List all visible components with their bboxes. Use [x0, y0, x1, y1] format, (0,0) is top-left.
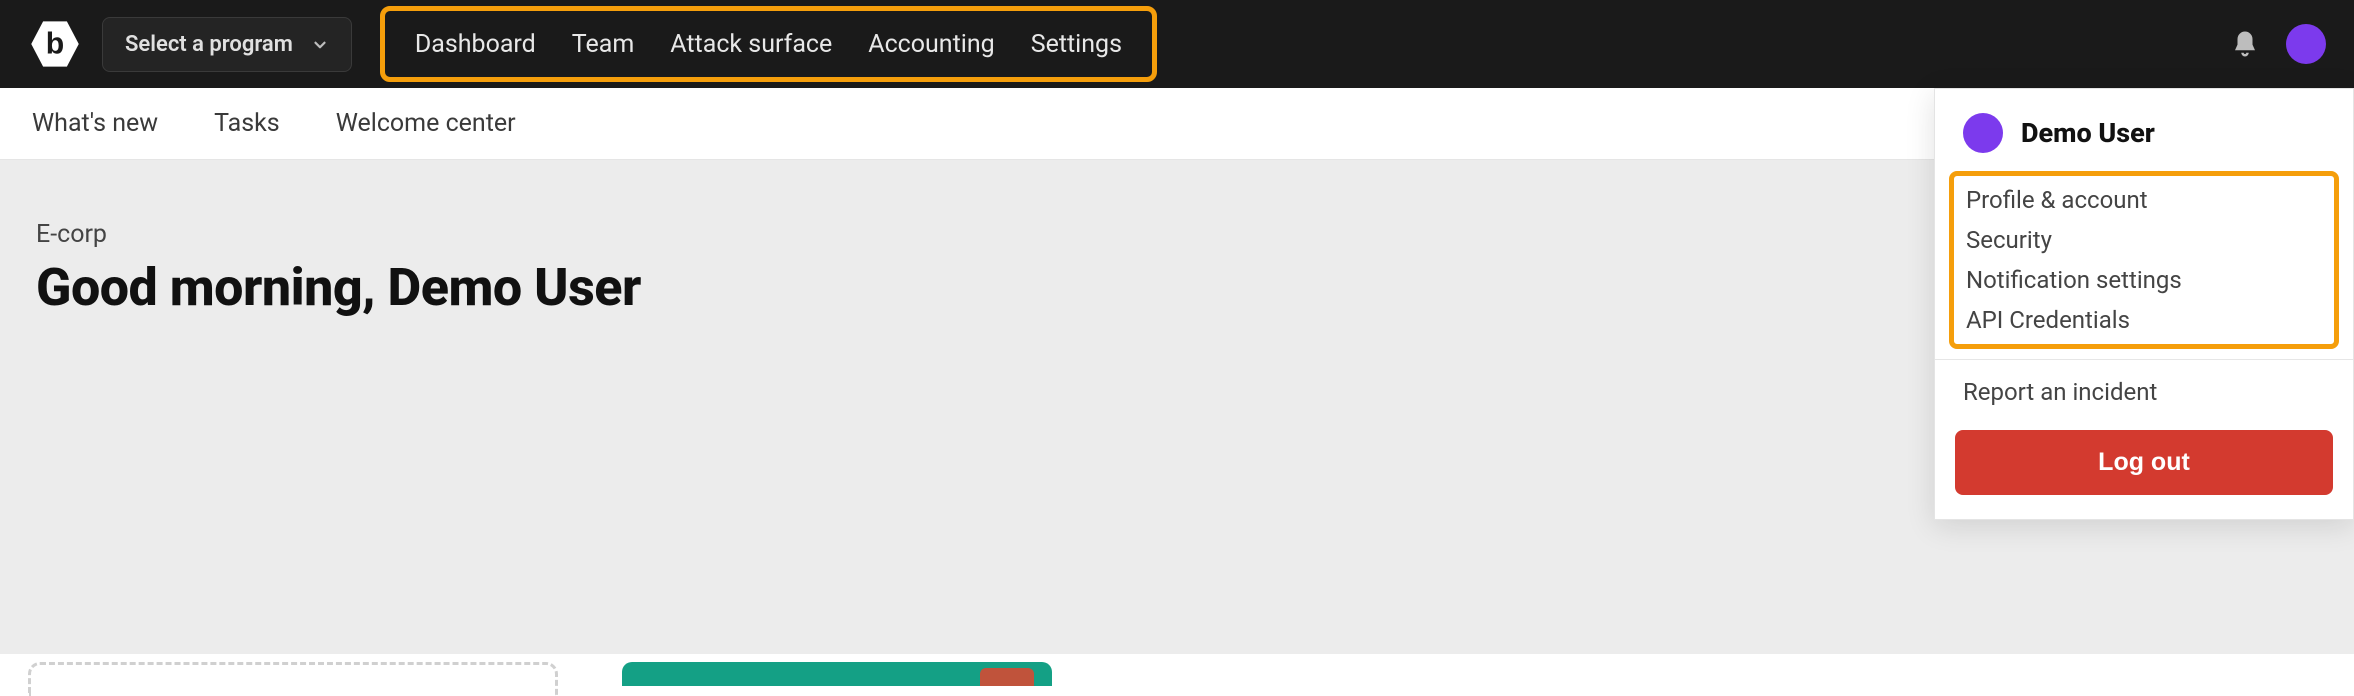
card-placeholder[interactable] — [28, 662, 558, 696]
cards-row — [28, 662, 1052, 696]
logo-icon[interactable]: b — [28, 17, 82, 71]
user-name: Demo User — [2021, 117, 2155, 149]
program-select-label: Select a program — [125, 32, 293, 57]
subnav-welcome-center[interactable]: Welcome center — [336, 109, 516, 138]
card-teal[interactable] — [622, 662, 1052, 686]
nav-dashboard[interactable]: Dashboard — [415, 30, 536, 59]
nav-accounting[interactable]: Accounting — [868, 30, 994, 59]
avatar — [1963, 113, 2003, 153]
main-nav-highlight: Dashboard Team Attack surface Accounting… — [380, 6, 1157, 82]
subnav-whats-new[interactable]: What's new — [32, 109, 158, 138]
menu-report-incident[interactable]: Report an incident — [1935, 378, 2353, 426]
menu-security[interactable]: Security — [1966, 226, 2322, 254]
avatar[interactable] — [2286, 24, 2326, 64]
user-menu-panel: Demo User Profile & account Security Not… — [1934, 88, 2354, 520]
nav-team[interactable]: Team — [572, 30, 635, 59]
svg-text:b: b — [46, 28, 64, 61]
logout-button[interactable]: Log out — [1955, 430, 2333, 495]
subnav-tasks[interactable]: Tasks — [214, 109, 280, 138]
topbar: b Select a program Dashboard Team Attack… — [0, 0, 2354, 88]
divider — [1935, 359, 2353, 360]
chevron-down-icon — [311, 35, 329, 53]
nav-attack-surface[interactable]: Attack surface — [670, 30, 832, 59]
user-menu-highlight: Profile & account Security Notification … — [1949, 171, 2339, 349]
topbar-right — [2230, 24, 2326, 64]
bell-icon[interactable] — [2230, 29, 2260, 59]
nav-settings[interactable]: Settings — [1031, 30, 1122, 59]
program-select-button[interactable]: Select a program — [102, 17, 352, 72]
menu-profile-account[interactable]: Profile & account — [1966, 186, 2322, 214]
user-menu-header: Demo User — [1935, 89, 2353, 171]
menu-api-credentials[interactable]: API Credentials — [1966, 306, 2322, 334]
menu-notification-settings[interactable]: Notification settings — [1966, 266, 2322, 294]
